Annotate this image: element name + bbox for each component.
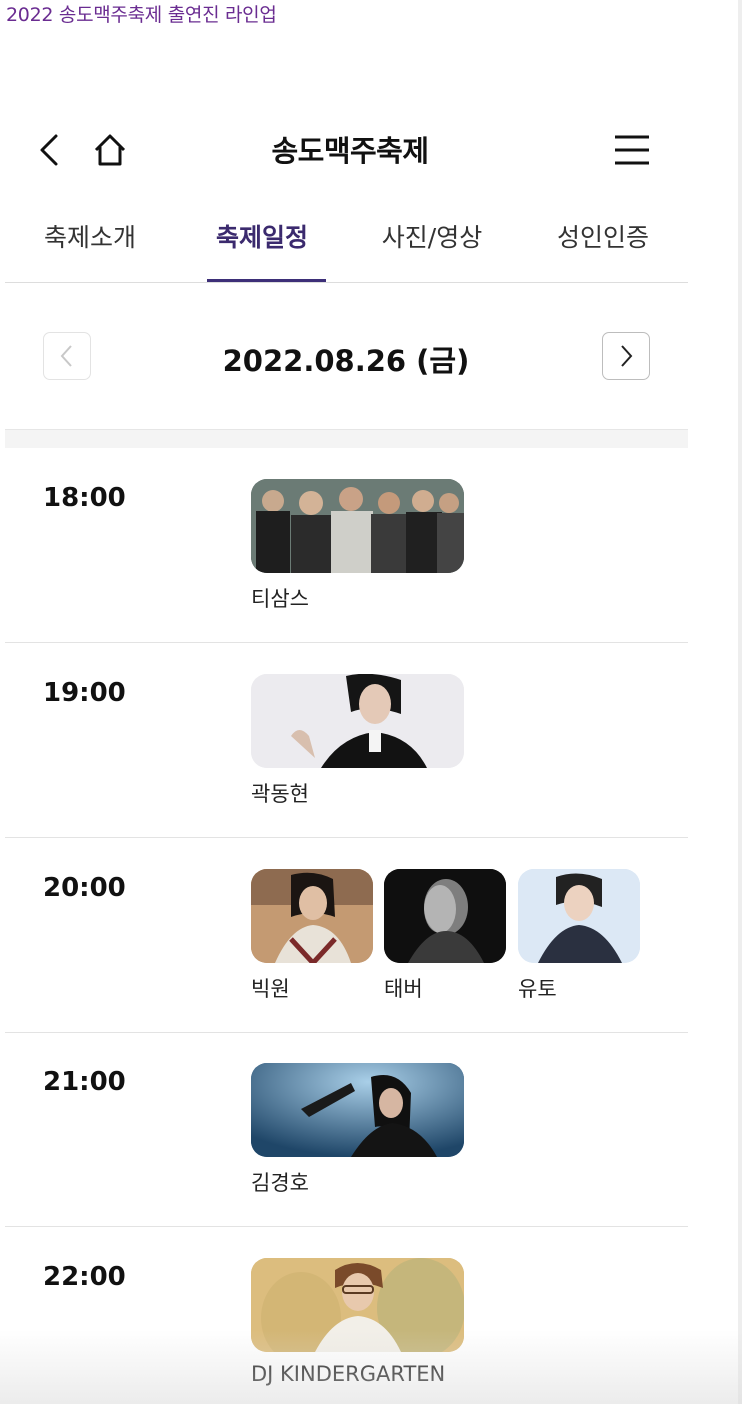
performer-name: 태버: [384, 977, 423, 1001]
performer-card[interactable]: 빅원: [251, 869, 373, 1003]
slot-time: 18:00: [43, 483, 126, 513]
performer-photo: [518, 869, 640, 963]
schedule-slot: 19:00 곽동현: [5, 642, 688, 838]
slot-time: 20:00: [43, 873, 126, 903]
next-date-button[interactable]: [602, 332, 650, 380]
performer-photo: [251, 674, 464, 768]
performer-name: 곽동현: [251, 782, 309, 806]
slot-time: 22:00: [43, 1262, 126, 1292]
performer-name: DJ KINDERGARTEN: [251, 1362, 446, 1386]
performer-name: 빅원: [251, 977, 290, 1001]
tab-adult-verification[interactable]: 성인인증: [533, 218, 673, 254]
performer-photo: [384, 869, 506, 963]
performer-name: 김경호: [251, 1171, 309, 1195]
slot-time: 21:00: [43, 1067, 126, 1097]
current-date: 2022.08.26 (금): [222, 344, 470, 378]
tab-festival-intro[interactable]: 축제소개: [20, 218, 160, 254]
date-navigator: 2022.08.26 (금): [0, 330, 700, 384]
performer-card[interactable]: 김경호: [251, 1063, 464, 1197]
hamburger-menu-icon: [615, 135, 649, 165]
performer-name: 유토: [518, 977, 557, 1001]
menu-button[interactable]: [612, 130, 652, 170]
performer-name: 티삼스: [251, 587, 309, 611]
page-caption: 2022 송도맥주축제 출연진 라인업: [6, 4, 277, 26]
performer-card[interactable]: DJ KINDERGARTEN: [251, 1258, 464, 1386]
tab-photo-video[interactable]: 사진/영상: [362, 218, 502, 254]
app-header: 송도맥주축제: [0, 110, 700, 185]
performer-photo: [251, 869, 373, 963]
performer-photo: [251, 1063, 464, 1157]
performer-card[interactable]: 태버: [384, 869, 506, 1003]
performer-photo: [251, 1258, 464, 1352]
performer-card[interactable]: 티삼스: [251, 479, 464, 613]
tab-festival-schedule[interactable]: 축제일정: [192, 218, 332, 254]
schedule-slot: 21:00 김경호: [5, 1031, 688, 1227]
schedule-slot: 18:00 티삼스: [5, 447, 688, 643]
schedule-slot: 22:00 DJ KINDERGARTEN: [5, 1226, 688, 1421]
slot-time: 19:00: [43, 678, 126, 708]
active-tab-indicator: [207, 279, 326, 282]
section-divider: [5, 429, 688, 448]
page-edge: [738, 0, 742, 1404]
schedule-slot: 20:00 빅원 태버 유토: [5, 837, 688, 1033]
chevron-right-icon: [621, 345, 633, 367]
performer-card[interactable]: 곽동현: [251, 674, 464, 808]
tab-bar: 축제소개 축제일정 사진/영상 성인인증: [5, 200, 688, 283]
site-title: 송도맥주축제: [271, 134, 429, 168]
performer-photo: [251, 479, 464, 573]
performer-card[interactable]: 유토: [518, 869, 640, 1003]
